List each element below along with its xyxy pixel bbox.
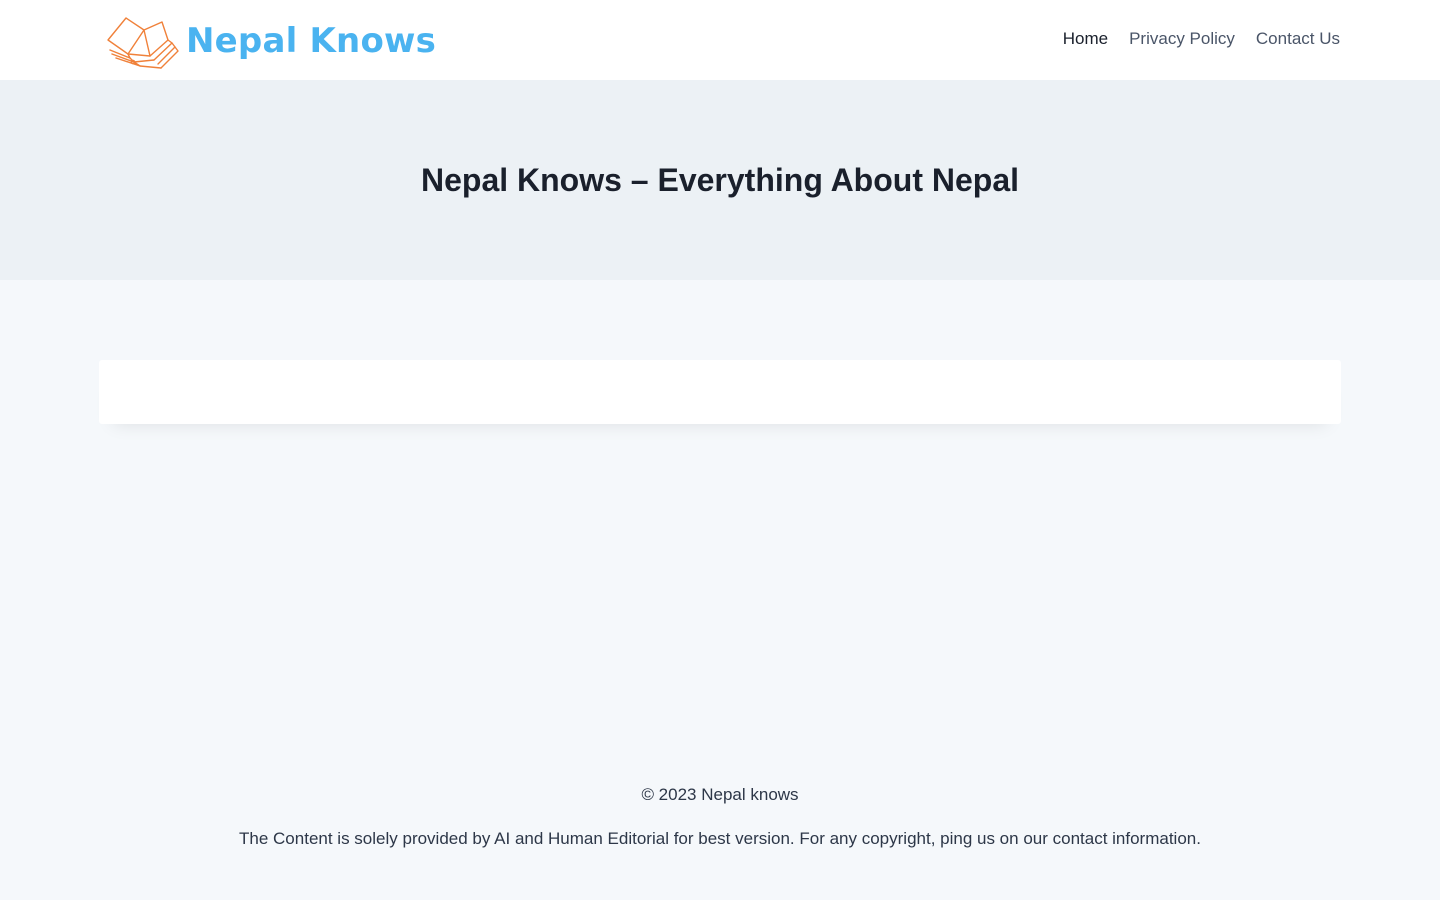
footer-note: The Content is solely provided by AI and… xyxy=(239,829,1201,848)
nav-item-privacy-policy[interactable]: Privacy Policy xyxy=(1129,29,1235,49)
site-logo-text: Nepal Knows xyxy=(186,21,437,61)
nav-item-contact-us[interactable]: Contact Us xyxy=(1256,29,1340,49)
nav-item-home[interactable]: Home xyxy=(1063,29,1108,49)
site-header: Nepal Knows Home Privacy Policy Contact … xyxy=(0,0,1440,80)
main-nav: Home Privacy Policy Contact Us xyxy=(1042,0,1340,80)
page-title: Nepal Knows – Everything About Nepal xyxy=(420,162,1019,198)
open-book-icon xyxy=(107,17,179,69)
site-logo-link[interactable]: Nepal Knows xyxy=(104,10,436,70)
content-card xyxy=(99,360,1341,424)
page-hero: Nepal Knows – Everything About Nepal xyxy=(0,80,1440,280)
footer-copyright: © 2023 Nepal knows xyxy=(641,785,799,804)
